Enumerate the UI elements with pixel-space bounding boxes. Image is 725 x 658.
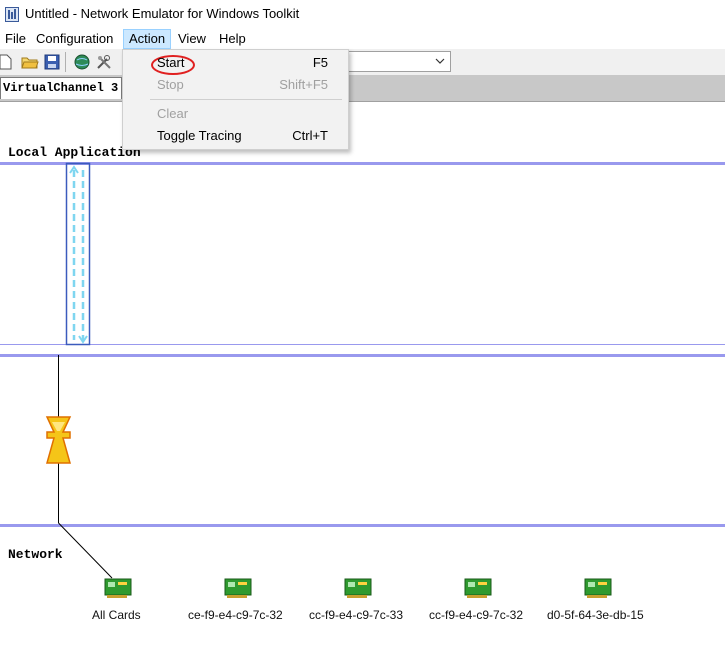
network-connector-line: [58, 522, 113, 579]
menu-item-toggle-tracing[interactable]: Toggle Tracing Ctrl+T: [123, 125, 348, 147]
title-bar: Untitled - Network Emulator for Windows …: [0, 0, 725, 29]
local-application-label: Local Application: [8, 145, 141, 160]
menu-separator: [150, 99, 342, 100]
menu-item-start-shortcut: F5: [312, 55, 328, 70]
chevron-down-icon: [435, 58, 445, 64]
menu-item-clear[interactable]: Clear: [123, 103, 348, 125]
link-diagram: [45, 162, 113, 579]
app-icon: [5, 7, 19, 22]
open-folder-icon[interactable]: [21, 53, 39, 71]
toolbar-separator: [65, 52, 66, 72]
new-file-icon[interactable]: [0, 53, 14, 71]
channel-combo[interactable]: [345, 51, 451, 72]
card-label[interactable]: cc-f9-e4-c9-7c-32: [429, 608, 523, 622]
filter-icon[interactable]: [45, 416, 72, 464]
card-label-all-cards[interactable]: All Cards: [92, 608, 141, 622]
card-label[interactable]: ce-f9-e4-c9-7c-32: [188, 608, 283, 622]
menu-configuration[interactable]: Configuration: [31, 29, 118, 49]
menu-item-start[interactable]: Start F5: [123, 52, 348, 75]
menu-help[interactable]: Help: [214, 29, 251, 49]
network-card-icon[interactable]: [344, 577, 372, 599]
card-label[interactable]: d0-5f-64-3e-db-15: [547, 608, 644, 622]
menu-item-clear-label: Clear: [157, 106, 189, 121]
menu-file[interactable]: File: [0, 29, 31, 49]
menu-item-stop[interactable]: Stop Shift+F5: [123, 74, 348, 96]
menu-item-stop-label: Stop: [157, 77, 184, 92]
network-card-icon[interactable]: [224, 577, 252, 599]
menu-item-start-label: Start: [157, 55, 185, 70]
tab-virtualchannel-3[interactable]: VirtualChannel 3: [0, 77, 123, 99]
menu-action[interactable]: Action: [123, 29, 172, 49]
network-card-icon[interactable]: [464, 577, 492, 599]
menu-bar: File Configuration Action View Help: [0, 29, 725, 49]
network-label: Network: [8, 547, 63, 562]
action-menu-dropdown: Start F5 Stop Shift+F5 Clear Toggle Trac…: [122, 49, 349, 150]
network-card-icon[interactable]: [104, 577, 132, 599]
link-box[interactable]: [65, 162, 91, 346]
menu-view[interactable]: View: [173, 29, 211, 49]
menu-item-toggle-tracing-label: Toggle Tracing: [157, 128, 242, 143]
save-icon[interactable]: [43, 53, 61, 71]
window-title: Untitled - Network Emulator for Windows …: [25, 6, 300, 21]
menu-item-toggle-tracing-shortcut: Ctrl+T: [292, 128, 328, 143]
card-label[interactable]: cc-f9-e4-c9-7c-33: [309, 608, 403, 622]
network-card-icon[interactable]: [584, 577, 612, 599]
tools-icon[interactable]: [95, 53, 113, 71]
menu-item-stop-shortcut: Shift+F5: [279, 77, 328, 92]
globe-icon[interactable]: [73, 53, 91, 71]
